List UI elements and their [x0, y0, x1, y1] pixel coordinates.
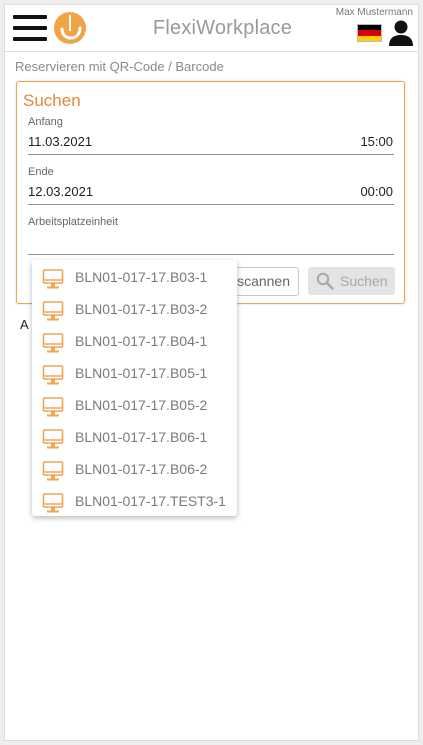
dropdown-option[interactable]: BLN01-017-17.B03-2 — [32, 294, 237, 326]
end-time-input[interactable]: 00:00 — [360, 184, 393, 199]
dropdown-option[interactable]: BLN01-017-17.B05-1 — [32, 358, 237, 390]
workplace-unit-dropdown: BLN01-017-17.B03-1 BLN01-017-17.B03-2 BLN0… — [32, 260, 237, 516]
workplace-unit-underline — [28, 254, 394, 255]
search-button-label: Suchen — [340, 273, 388, 289]
desktop-monitor-icon — [42, 333, 64, 353]
dropdown-option-label: BLN01-017-17.B05-1 — [75, 365, 208, 381]
app-frame: FlexiWorkplace Max Mustermann Reserviere… — [4, 4, 419, 741]
dropdown-option[interactable]: BLN01-017-17.TEST3-1 — [32, 486, 237, 516]
panel-title: Suchen — [23, 91, 81, 110]
app-title: FlexiWorkplace — [152, 17, 293, 39]
workplace-unit-input[interactable] — [28, 234, 388, 252]
desktop-monitor-icon — [42, 397, 64, 417]
breadcrumb: Reservieren mit QR-Code / Barcode — [15, 59, 224, 74]
search-icon — [316, 272, 334, 290]
desktop-monitor-icon — [42, 269, 64, 289]
desktop-monitor-icon — [42, 429, 64, 449]
user-icon[interactable] — [388, 19, 414, 47]
dropdown-option[interactable]: BLN01-017-17.B05-2 — [32, 390, 237, 422]
dropdown-option[interactable]: BLN01-017-17.B04-1 — [32, 326, 237, 358]
start-underline — [28, 154, 394, 155]
dropdown-option-label: BLN01-017-17.B04-1 — [75, 333, 208, 349]
end-underline — [28, 204, 394, 205]
result-text-fragment: A — [20, 317, 29, 332]
desktop-monitor-icon — [42, 493, 64, 513]
dropdown-option-label: BLN01-017-17.B03-1 — [75, 269, 208, 285]
hamburger-menu-icon[interactable] — [13, 15, 47, 41]
start-time-input[interactable]: 15:00 — [360, 134, 393, 149]
dropdown-option-label: BLN01-017-17.TEST3-1 — [75, 493, 226, 509]
search-button[interactable]: Suchen — [308, 267, 395, 295]
dropdown-option-label: BLN01-017-17.B06-1 — [75, 429, 208, 445]
flexi-logo-icon — [54, 12, 86, 44]
end-date-input[interactable]: 12.03.2021 — [28, 184, 93, 199]
dropdown-option[interactable]: BLN01-017-17.B06-1 — [32, 422, 237, 454]
desktop-monitor-icon — [42, 301, 64, 321]
user-name: Max Mustermann — [335, 7, 413, 18]
dropdown-option[interactable]: BLN01-017-17.B06-2 — [32, 454, 237, 486]
dropdown-option-label: BLN01-017-17.B06-2 — [75, 461, 208, 477]
workplace-unit-label: Arbeitsplatzeinheit — [28, 216, 118, 228]
start-label: Anfang — [28, 116, 63, 128]
german-flag-icon[interactable] — [357, 24, 382, 42]
app-header: FlexiWorkplace Max Mustermann — [5, 5, 418, 52]
desktop-monitor-icon — [42, 461, 64, 481]
dropdown-option[interactable]: BLN01-017-17.B03-1 — [32, 262, 237, 294]
start-date-input[interactable]: 11.03.2021 — [28, 134, 92, 149]
desktop-monitor-icon — [42, 365, 64, 385]
dropdown-option-label: BLN01-017-17.B03-2 — [75, 301, 208, 317]
dropdown-option-label: BLN01-017-17.B05-2 — [75, 397, 208, 413]
end-label: Ende — [28, 166, 54, 178]
